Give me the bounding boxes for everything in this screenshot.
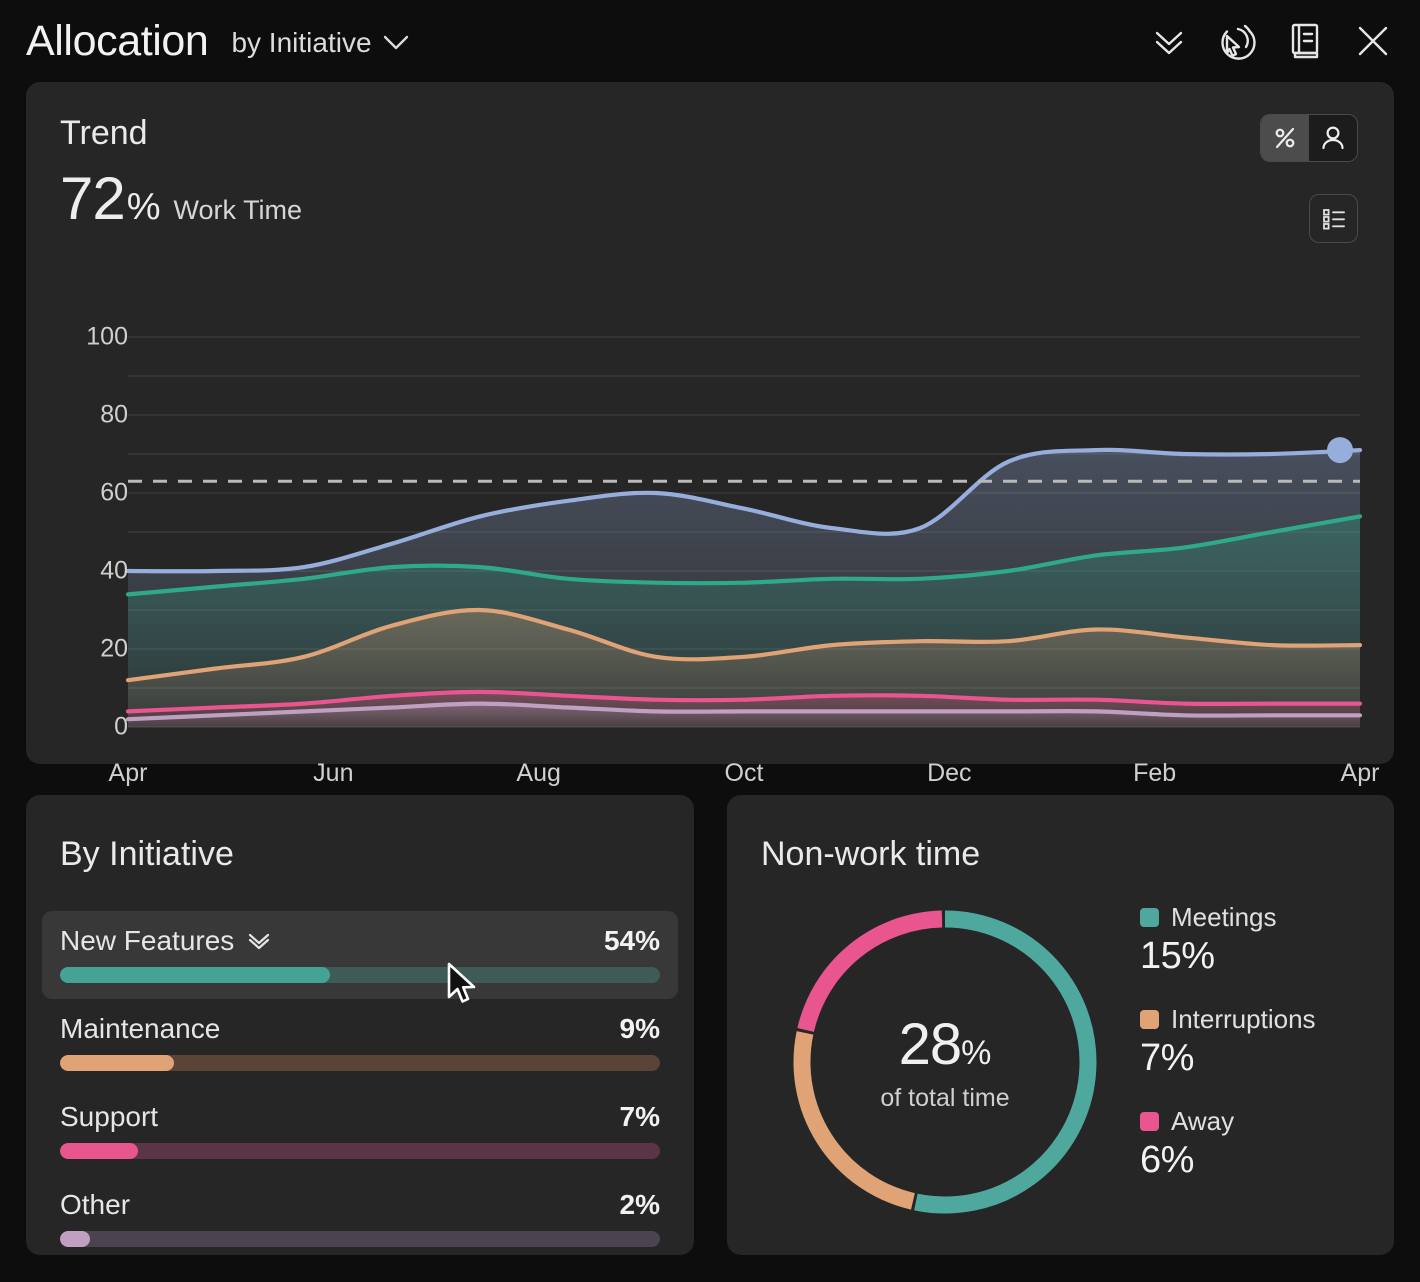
x-axis-tick: Oct — [724, 759, 764, 787]
page-title: Allocation — [26, 16, 209, 65]
x-axis-tick: Apr — [108, 759, 148, 787]
units-toggle[interactable] — [1260, 114, 1358, 162]
y-axis-tick: 20 — [100, 634, 128, 663]
color-swatch-icon — [1140, 1010, 1159, 1029]
initiative-progress-track — [60, 1231, 660, 1247]
donut-legend-item[interactable]: Interruptions 7% — [1140, 1004, 1370, 1080]
initiative-row[interactable]: Maintenance 9% — [42, 999, 678, 1087]
donut-center-value: 28 — [898, 1012, 963, 1077]
donut-legend-item[interactable]: Away 6% — [1140, 1106, 1370, 1182]
y-axis-tick: 100 — [86, 322, 128, 351]
initiative-name: Maintenance — [60, 1013, 221, 1044]
initiative-value: 9% — [619, 1013, 660, 1044]
initiative-row-header: Other 2% — [60, 1189, 660, 1221]
initiative-row[interactable]: Other 2% — [42, 1175, 678, 1263]
book-icon[interactable] — [1284, 20, 1326, 62]
initiative-progress-fill — [60, 1231, 90, 1247]
initiative-name: Other — [60, 1189, 131, 1220]
non-work-time-title: Non-work time — [761, 835, 981, 873]
x-axis-tick: Feb — [1133, 759, 1177, 787]
group-by-dropdown[interactable]: by Initiative — [231, 27, 408, 59]
initiative-progress-track — [60, 967, 660, 983]
x-axis-tick: Aug — [516, 759, 561, 787]
trend-value: 72 — [60, 165, 126, 232]
trend-percent-symbol: % — [126, 186, 161, 228]
trend-card: Trend 72 % Work Time 0 20 40 60 80 100 A… — [26, 82, 1394, 788]
donut-legend-value: 7% — [1140, 1037, 1194, 1079]
units-toggle-person[interactable] — [1309, 115, 1357, 161]
chevron-down-icon — [383, 35, 409, 51]
donut-legend-label: Meetings — [1171, 902, 1277, 932]
donut-legend-value: 15% — [1140, 935, 1215, 977]
donut-legend-header: Interruptions — [1140, 1004, 1370, 1035]
initiative-row[interactable]: Support 7% — [42, 1087, 678, 1175]
initiative-progress-fill — [60, 967, 330, 983]
initiative-progress-fill — [60, 1055, 174, 1071]
chevron-double-down-icon[interactable] — [246, 931, 272, 951]
x-axis-tick: Apr — [1340, 759, 1380, 787]
initiative-row-header: Support 7% — [60, 1101, 660, 1133]
initiative-value: 54% — [603, 925, 660, 956]
chevron-double-down-icon[interactable] — [1148, 20, 1190, 62]
color-swatch-icon — [1140, 908, 1159, 927]
cursor-target-icon[interactable] — [1216, 20, 1258, 62]
x-axis-tick: Dec — [927, 759, 972, 787]
initiative-row-header: New Features 54% — [60, 925, 660, 957]
donut-legend-label: Away — [1171, 1106, 1235, 1136]
donut-center-percent: % — [961, 1034, 992, 1072]
x-axis-tick: Jun — [313, 759, 354, 787]
color-swatch-icon — [1140, 1112, 1159, 1131]
y-axis-tick: 60 — [100, 478, 128, 507]
donut-legend-header: Away — [1140, 1106, 1370, 1137]
group-by-label: by Initiative — [231, 27, 372, 58]
y-axis-tick: 0 — [114, 712, 128, 741]
trend-value-label: Work Time — [173, 195, 303, 225]
by-initiative-title: By Initiative — [60, 835, 234, 873]
initiative-progress-track — [60, 1143, 660, 1159]
initiative-row[interactable]: New Features 54% — [42, 911, 678, 999]
initiative-row-header: Maintenance 9% — [60, 1013, 660, 1045]
initiative-value: 2% — [619, 1189, 660, 1220]
donut-legend: Meetings 15% Interruptions 7% Away 6% — [1140, 902, 1370, 1208]
trend-chart: 0 20 40 60 80 100 Apr Jun Aug Oct Dec Feb Apr — [60, 323, 1379, 788]
header-actions — [1148, 20, 1394, 62]
app-header: Allocation by Initiative — [0, 0, 1420, 82]
initiative-progress-fill — [60, 1143, 138, 1159]
units-toggle-percent[interactable] — [1261, 115, 1309, 161]
non-work-time-card: Non-work time 28 % of total time Meeting… — [727, 795, 1394, 1255]
donut-center-subtitle: of total time — [880, 1084, 1010, 1112]
end-marker-dot[interactable] — [1327, 437, 1353, 464]
donut-legend-label: Interruptions — [1171, 1004, 1316, 1034]
donut-legend-header: Meetings — [1140, 902, 1370, 933]
y-axis-tick: 80 — [100, 400, 128, 429]
initiative-name: Support — [60, 1101, 159, 1132]
non-work-donut-chart: 28 % of total time — [775, 902, 1115, 1222]
trend-title: Trend — [60, 114, 148, 152]
initiative-progress-track — [60, 1055, 660, 1071]
by-initiative-card: By Initiative New Features 54% Maintenance… — [26, 795, 694, 1255]
legend-list-button[interactable] — [1309, 194, 1358, 243]
close-icon[interactable] — [1352, 20, 1394, 62]
donut-center-label: 28 % of total time — [775, 902, 1115, 1222]
trend-metric: 72 % Work Time — [60, 169, 302, 229]
initiative-list: New Features 54% Maintenance 9% Support 7% Oth… — [42, 911, 678, 1263]
donut-legend-value: 6% — [1140, 1139, 1194, 1181]
donut-legend-item[interactable]: Meetings 15% — [1140, 902, 1370, 978]
initiative-name: New Features — [60, 925, 235, 956]
trend-chart-svg[interactable] — [60, 327, 1363, 747]
initiative-value: 7% — [619, 1101, 660, 1132]
trend-header: Trend 72 % Work Time — [60, 114, 302, 229]
y-axis-tick: 40 — [100, 556, 128, 585]
